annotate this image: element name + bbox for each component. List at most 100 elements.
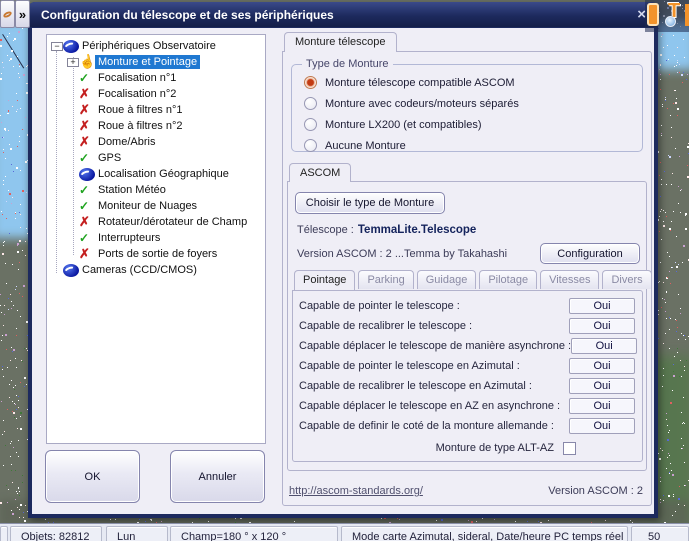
- tree-item-label: Roue à filtres n°2: [95, 119, 186, 133]
- tab-ascom[interactable]: ASCOM: [289, 163, 351, 182]
- capability-row: Capable de recalibrer le telescope : Oui: [293, 316, 642, 336]
- tree-item-icon: [79, 86, 95, 102]
- capability-label: Capable de recalibrer le telescope :: [299, 320, 472, 332]
- radio-button[interactable]: [304, 118, 317, 131]
- capability-label: Capable de pointer le telescope en Azimu…: [299, 360, 520, 372]
- ascom-standards-link[interactable]: http://ascom-standards.org/: [289, 485, 423, 497]
- globe-tool-icon: [665, 16, 676, 27]
- eyepiece-tool-button[interactable]: [0, 0, 15, 28]
- altaz-row: Monture de type ALT-AZ: [293, 438, 642, 458]
- status-text: Mode carte Azimutal, sideral, Date/heure…: [342, 527, 627, 541]
- capability-label: Capable de recalibrer le telescope en Az…: [299, 380, 532, 392]
- left-toolbar: »: [0, 0, 30, 28]
- mount-type-option[interactable]: Monture avec codeurs/moteurs séparés: [296, 93, 638, 114]
- mount-type-option[interactable]: Monture télescope compatible ASCOM: [296, 72, 638, 93]
- tree-item[interactable]: Rotateur/dérotateur de Champ: [49, 214, 263, 230]
- radio-button[interactable]: [304, 139, 317, 152]
- capability-value: Oui: [569, 318, 635, 334]
- ascom-subtab[interactable]: Pilotage: [479, 270, 537, 289]
- altaz-checkbox[interactable]: [563, 442, 576, 455]
- tree-item[interactable]: Moniteur de Nuages: [49, 198, 263, 214]
- tree-item-icon: [79, 214, 95, 230]
- tree-item-icon: [79, 71, 95, 85]
- ascom-subtab[interactable]: Pointage: [294, 270, 355, 290]
- mount-type-option[interactable]: Aucune Monture: [296, 135, 638, 156]
- capability-list: Capable de pointer le telescope : Oui Ca…: [293, 296, 642, 436]
- mount-type-option[interactable]: Monture LX200 (et compatibles): [296, 114, 638, 135]
- tab-monture-telescope[interactable]: Monture télescope: [284, 32, 397, 52]
- radio-button[interactable]: [304, 76, 317, 89]
- tree-item[interactable]: Interrupteurs: [49, 230, 263, 246]
- choose-mount-type-button[interactable]: Choisir le type de Monture: [295, 192, 445, 214]
- tree-item[interactable]: − Périphériques Observatoire: [49, 38, 263, 54]
- device-tree-panel: − Périphériques Observatoire + Monture e…: [46, 34, 266, 444]
- tree-item[interactable]: Station Météo: [49, 182, 263, 198]
- capability-row: Capable de recalibrer le telescope en Az…: [293, 376, 642, 396]
- capability-row: Capable de pointer le telescope : Oui: [293, 296, 642, 316]
- status-cell: Lun: [106, 526, 168, 541]
- expand-toggle[interactable]: −: [51, 42, 63, 51]
- mount-type-group: Type de Monture Monture télescope compat…: [291, 64, 643, 152]
- capability-label: Capable de pointer le telescope :: [299, 300, 460, 312]
- tree-item[interactable]: Ports de sortie de foyers: [49, 246, 263, 262]
- telescope-config-dialog: Configuration du télescope et de ses pér…: [28, 2, 658, 518]
- dialog-titlebar[interactable]: Configuration du télescope et de ses pér…: [28, 2, 658, 27]
- tree-item[interactable]: Cameras (CCD/CMOS): [49, 262, 263, 278]
- cancel-button[interactable]: Annuler: [170, 450, 265, 503]
- ascom-subtab[interactable]: Guidage: [417, 270, 477, 289]
- tree-item[interactable]: Dome/Abris: [49, 134, 263, 150]
- status-cell: [0, 526, 8, 541]
- tree-item-label: Station Météo: [95, 183, 169, 197]
- ok-button[interactable]: OK: [45, 450, 140, 503]
- status-cell: 50: [631, 526, 689, 541]
- configuration-button[interactable]: Configuration: [540, 243, 640, 264]
- capability-value: Oui: [569, 398, 635, 414]
- device-tree: − Périphériques Observatoire + Monture e…: [49, 38, 263, 278]
- tree-item-label: Roue à filtres n°1: [95, 103, 186, 117]
- capability-label: Capable déplacer le telescope en AZ en a…: [299, 400, 560, 412]
- radio-label: Monture LX200 (et compatibles): [325, 119, 482, 131]
- tree-item-label: Interrupteurs: [95, 231, 163, 245]
- desktop-screen: » T Configuration du télescope et de ses…: [0, 0, 689, 541]
- capability-row: Capable de pointer le telescope en Azimu…: [293, 356, 642, 376]
- tree-item[interactable]: Localisation Géographique: [49, 166, 263, 182]
- ascom-version-line: Version ASCOM : 2 ...Temma by Takahashi: [297, 248, 507, 260]
- tree-item-icon: [79, 183, 95, 197]
- tree-item-label: Cameras (CCD/CMOS): [79, 263, 200, 277]
- tree-item-label: Focalisation n°2: [95, 87, 179, 101]
- tree-item-label: Monture et Pointage: [95, 55, 200, 69]
- orange-tool-icon-edge: [685, 4, 689, 26]
- tree-item-icon: [79, 246, 95, 262]
- tree-item[interactable]: + Monture et Pointage: [49, 54, 263, 70]
- pointage-panel: Capable de pointer le telescope : Oui Ca…: [292, 290, 643, 462]
- tree-item-label: Rotateur/dérotateur de Champ: [95, 215, 250, 229]
- eyepiece-icon: [2, 10, 12, 19]
- collapse-toolbar-button[interactable]: »: [15, 0, 30, 28]
- status-text: [1, 527, 8, 531]
- tree-item-label: GPS: [95, 151, 124, 165]
- tree-item-icon: [79, 231, 95, 245]
- telescope-value: TemmaLite.Telescope: [358, 224, 476, 236]
- tree-item[interactable]: Focalisation n°2: [49, 86, 263, 102]
- capability-value: Oui: [569, 418, 635, 434]
- tree-item-icon: [79, 118, 95, 134]
- status-cell: Mode carte Azimutal, sideral, Date/heure…: [341, 526, 628, 541]
- ascom-subtabs: Pointage Parking Guidage Pilotage Vitess…: [294, 270, 652, 289]
- orange-tool-icon[interactable]: [647, 3, 659, 26]
- tree-item[interactable]: Roue à filtres n°1: [49, 102, 263, 118]
- capability-label: Capable de definir le coté de la monture…: [299, 420, 554, 432]
- double-chevron-icon: »: [19, 8, 26, 21]
- tree-item-label: Moniteur de Nuages: [95, 199, 200, 213]
- radio-button[interactable]: [304, 97, 317, 110]
- status-text: Objets: 82812: [11, 527, 101, 541]
- ascom-subtab[interactable]: Divers: [602, 270, 651, 289]
- tree-item[interactable]: GPS: [49, 150, 263, 166]
- tree-item[interactable]: Focalisation n°1: [49, 70, 263, 86]
- ascom-subtab[interactable]: Vitesses: [540, 270, 599, 289]
- status-text: Champ=180 ° x 120 °: [171, 527, 337, 541]
- tree-item[interactable]: Roue à filtres n°2: [49, 118, 263, 134]
- capability-row: Capable déplacer le telescope en AZ en a…: [293, 396, 642, 416]
- radio-label: Aucune Monture: [325, 140, 406, 152]
- ascom-subtab[interactable]: Parking: [358, 270, 413, 289]
- mount-type-options: Monture télescope compatible ASCOM Montu…: [296, 72, 638, 156]
